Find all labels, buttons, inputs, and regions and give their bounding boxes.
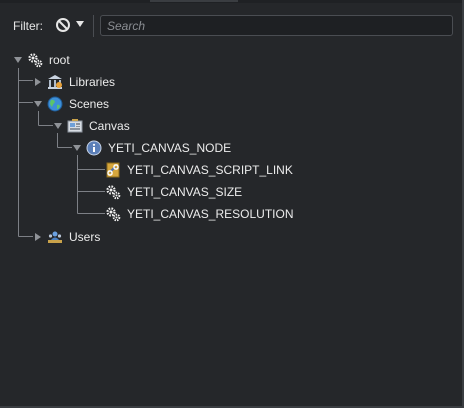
- tree-item-label: YETI_CANVAS_SCRIPT_LINK: [127, 163, 293, 177]
- expander-icon[interactable]: [53, 121, 63, 131]
- info-icon: [86, 140, 102, 156]
- tree-item-label: root: [49, 53, 70, 67]
- expander-icon[interactable]: [72, 143, 82, 153]
- expander-icon[interactable]: [33, 77, 43, 87]
- gears-icon: [105, 206, 121, 222]
- tree-item-root[interactable]: root: [13, 49, 70, 71]
- expander-icon[interactable]: [33, 99, 43, 109]
- tree-item-canvas[interactable]: Canvas: [53, 115, 130, 137]
- tree-item-label: Users: [69, 230, 101, 244]
- tree-item-label: YETI_CANVAS_RESOLUTION: [127, 207, 294, 221]
- expander-icon[interactable]: [13, 55, 23, 65]
- tree-item-label: Scenes: [69, 97, 110, 111]
- tree-item-yeti-canvas-size[interactable]: YETI_CANVAS_SIZE: [105, 181, 242, 203]
- users-icon: [47, 229, 63, 245]
- tree-item-scenes[interactable]: Scenes: [33, 93, 109, 115]
- tree-item-libraries[interactable]: Libraries: [33, 71, 115, 93]
- link-icon: [105, 162, 121, 178]
- tree-item-label: Libraries: [69, 75, 116, 89]
- tree-item-label: YETI_CANVAS_SIZE: [127, 185, 243, 199]
- tree-item-yeti-canvas-node[interactable]: YETI_CANVAS_NODE: [72, 137, 231, 159]
- library-icon: [47, 74, 63, 90]
- tree-item-yeti-canvas-script-link[interactable]: YETI_CANVAS_SCRIPT_LINK: [105, 159, 293, 181]
- gears-icon: [27, 52, 43, 68]
- canvas-icon: [67, 118, 83, 134]
- expander-icon[interactable]: [33, 232, 43, 242]
- gears-icon: [105, 184, 121, 200]
- globe-icon: [47, 96, 63, 112]
- tree-item-yeti-canvas-resolution[interactable]: YETI_CANVAS_RESOLUTION: [105, 203, 294, 225]
- tree-item-users[interactable]: Users: [33, 226, 100, 248]
- tree-item-label: YETI_CANVAS_NODE: [108, 141, 232, 155]
- tree-item-label: Canvas: [89, 119, 130, 133]
